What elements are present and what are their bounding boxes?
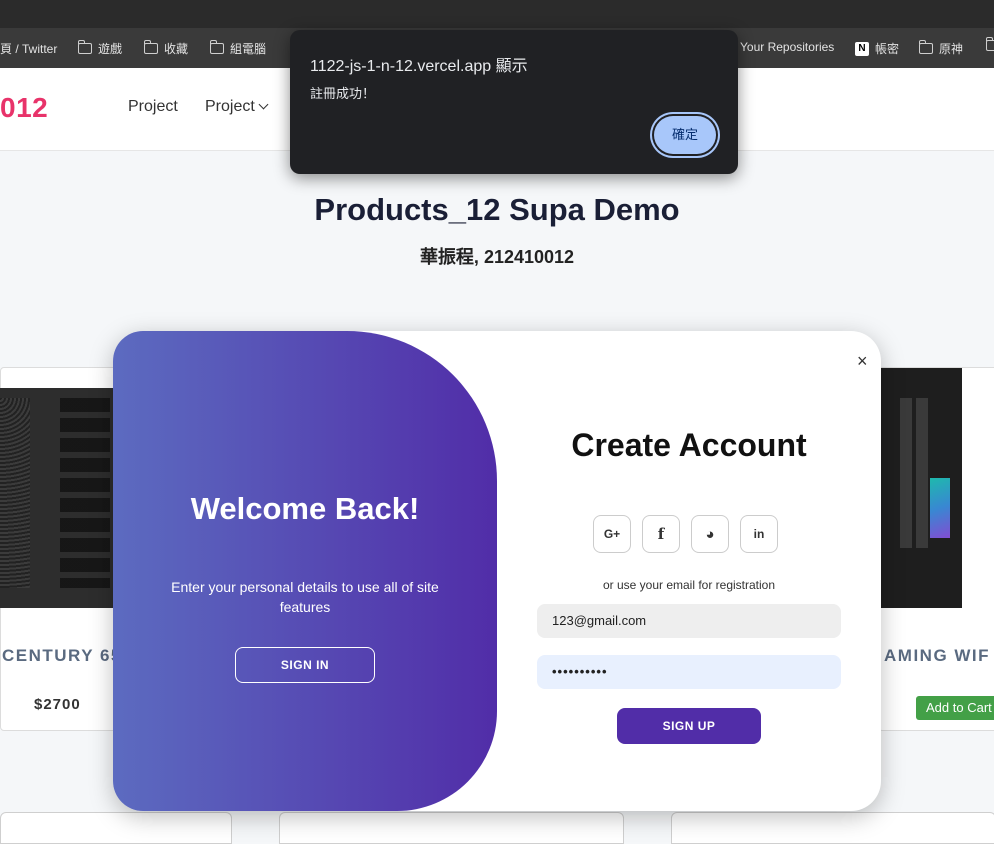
- facebook-icon[interactable]: f: [642, 515, 680, 553]
- create-account-title: Create Account: [571, 427, 807, 463]
- email-field[interactable]: 123@gmail.com: [537, 604, 841, 638]
- sign-in-button[interactable]: SIGN IN: [235, 647, 375, 683]
- browser-tab-strip: [0, 0, 994, 28]
- psu-grille: [0, 398, 30, 588]
- linkedin-icon[interactable]: in: [740, 515, 778, 553]
- product-image: [880, 368, 962, 608]
- bookmark-label: 遊戲: [98, 42, 123, 56]
- welcome-text: Enter your personal details to use all o…: [171, 579, 439, 615]
- page-subtitle: 華振程, 212410012: [419, 247, 575, 267]
- ram-slot: [916, 398, 928, 548]
- welcome-overlay-panel: Welcome Back! Enter your personal detail…: [113, 331, 497, 811]
- nav-dropdown-label: Project: [205, 98, 255, 115]
- google-plus-icon[interactable]: G+: [593, 515, 631, 553]
- product-name: AMING WIF: [884, 646, 991, 665]
- social-login-row: G+ f ◕ in: [593, 515, 778, 553]
- bookmark-label: 收藏: [164, 42, 189, 56]
- product-name: CENTURY 65: [2, 646, 122, 665]
- product-card: [671, 812, 994, 844]
- notion-icon: N: [855, 41, 869, 56]
- alert-message: 註冊成功！: [310, 86, 376, 101]
- bookmark-label: 頁 / Twitter: [0, 42, 58, 56]
- ram-slot: [900, 398, 912, 548]
- github-icon[interactable]: ◕: [691, 515, 729, 553]
- welcome-title: Welcome Back!: [190, 491, 420, 526]
- email-registration-hint: or use your email for registration: [602, 578, 776, 592]
- product-card: [0, 812, 232, 844]
- bookmark-folder-pc-build[interactable]: 組電腦: [209, 40, 267, 57]
- bookmark-folder-genshin[interactable]: 原神: [918, 40, 964, 57]
- alert-ok-button[interactable]: 確定: [654, 116, 716, 154]
- folder-icon: [918, 40, 933, 54]
- bookmark-label: Your Repositories: [740, 40, 835, 54]
- chevron-down-icon: [258, 99, 269, 110]
- bookmark-repositories[interactable]: Your Repositories: [740, 40, 834, 54]
- folder-icon: [77, 40, 92, 54]
- bookmark-folder-favorites[interactable]: 收藏: [143, 40, 189, 57]
- nav-dropdown-project[interactable]: Project: [205, 98, 269, 116]
- browser-alert-dialog: 1122-js-1-n-12.vercel.app 顯示 註冊成功！ 確定: [290, 30, 738, 174]
- bookmark-twitter[interactable]: 頁 / Twitter: [0, 40, 57, 57]
- bookmark-folder-overflow[interactable]: [985, 37, 994, 51]
- auth-modal: Welcome Back! Enter your personal detail…: [113, 331, 881, 811]
- product-card: [279, 812, 624, 844]
- nav-link-project[interactable]: Project: [128, 98, 178, 116]
- bookmark-folder-games[interactable]: 遊戲: [77, 40, 123, 57]
- bookmark-accounts[interactable]: N 帳密: [855, 40, 899, 57]
- close-icon[interactable]: ×: [857, 352, 868, 370]
- site-brand[interactable]: 012: [0, 92, 48, 124]
- rgb-heatsink: [930, 478, 950, 538]
- folder-icon: [143, 40, 158, 54]
- password-field[interactable]: ••••••••••: [537, 655, 841, 689]
- product-price: $2700: [34, 696, 81, 713]
- sign-up-button[interactable]: SIGN UP: [617, 708, 761, 744]
- bookmark-label: 組電腦: [230, 42, 267, 56]
- bookmark-label: 帳密: [875, 42, 900, 56]
- folder-icon: [985, 37, 994, 51]
- add-to-cart-button[interactable]: Add to Cart: [916, 696, 994, 720]
- bookmark-label: 原神: [939, 42, 964, 56]
- folder-icon: [209, 40, 224, 54]
- product-image: [0, 388, 120, 608]
- psu-ports: [60, 398, 110, 588]
- alert-title: 1122-js-1-n-12.vercel.app 顯示: [310, 58, 528, 75]
- page-title: Products_12 Supa Demo: [314, 192, 680, 227]
